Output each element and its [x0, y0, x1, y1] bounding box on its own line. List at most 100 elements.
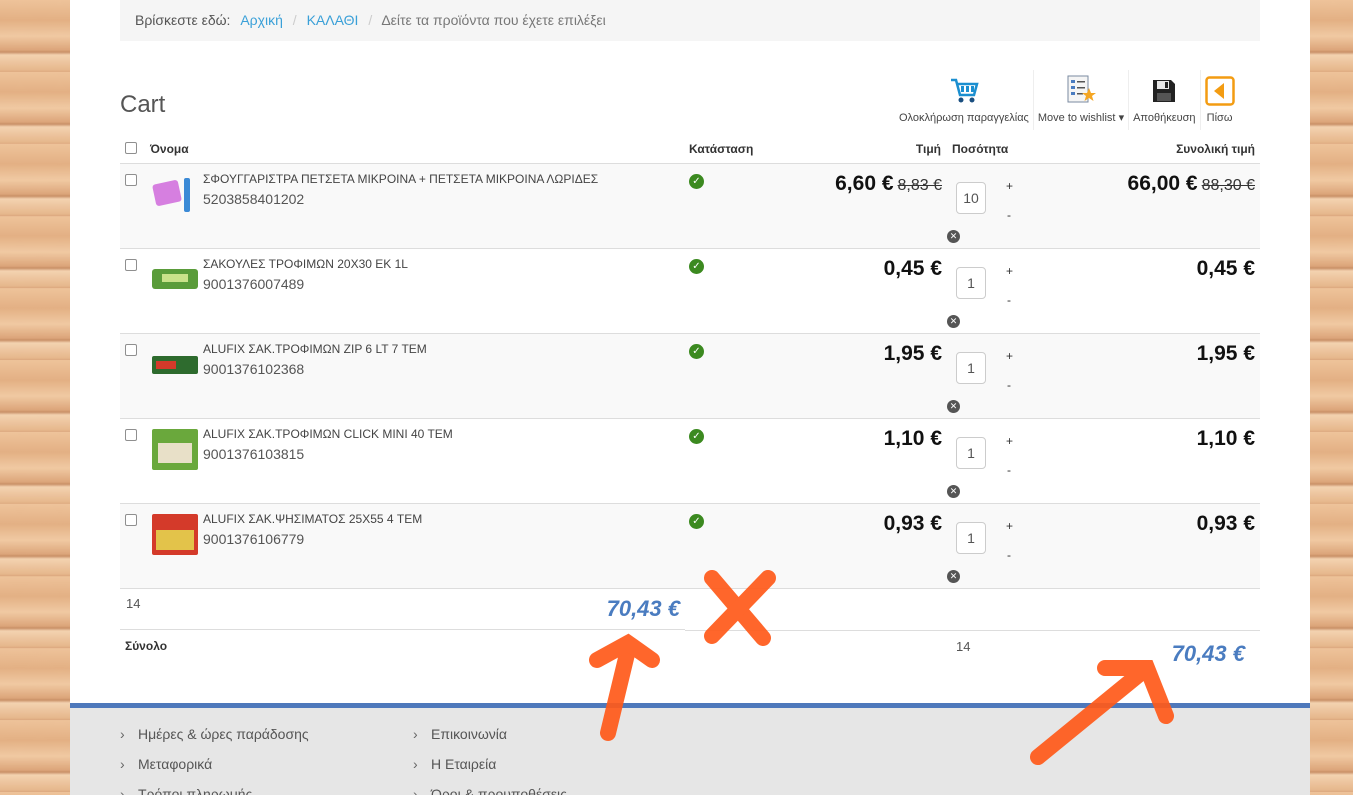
breadcrumb: Βρίσκεστε εδώ: Αρχική / ΚΑΛΑΘΙ / Δείτε τ… [120, 0, 1260, 41]
remove-x-icon[interactable]: ✕ [947, 484, 960, 498]
check-circle-icon: ✓ [689, 258, 704, 274]
quantity-decrease-button[interactable]: - [1007, 378, 1011, 392]
footer-column-2: › Επικοινωνία › Η Εταιρεία › Όροι & προυποθ… [413, 726, 567, 795]
footer-link[interactable]: › Όροι & προυποθέσεις [413, 786, 567, 795]
quantity-cell: 1 + - ✕ [946, 418, 1036, 504]
footer-link[interactable]: › Επικοινωνία [413, 726, 567, 756]
cart-icon [949, 74, 979, 108]
line-total-cell: 1,95 € [1036, 333, 1260, 419]
line-total: 1,10 € [1196, 426, 1255, 450]
summary-row: Σύνολο 14 70,43 € [120, 631, 1260, 691]
subtotal-count: 14 [126, 596, 141, 611]
column-header-price: Τιμή [789, 135, 946, 164]
quantity-increase-button[interactable]: + [1006, 179, 1013, 193]
back-button[interactable]: Πίσω [1201, 70, 1239, 130]
product-name[interactable]: ALUFIX ΣΑΚ.ΤΡΟΦΙΜΩΝ CLICK MINI 40 TEM [203, 427, 453, 441]
summary-label: Σύνολο [125, 639, 168, 653]
column-header-status: Κατάσταση [689, 135, 789, 164]
product-thumbnail[interactable] [150, 342, 200, 387]
page-container: Βρίσκεστε εδώ: Αρχική / ΚΑΛΑΘΙ / Δείτε τ… [70, 0, 1310, 795]
footer-link[interactable]: › Η Εταιρεία [413, 756, 567, 786]
product-code: 9001376103815 [203, 445, 305, 462]
chevron-right-icon: › [120, 786, 125, 795]
product-code: 9001376007489 [203, 275, 305, 292]
unit-price-cell: 1,10 € [789, 418, 946, 504]
quantity-input[interactable]: 10 [956, 181, 986, 214]
save-label: Αποθήκευση [1133, 112, 1196, 124]
checkout-button[interactable]: Ολοκλήρωση παραγγελίας [895, 70, 1034, 130]
product-code: 5203858401202 [203, 190, 305, 207]
remove-x-icon[interactable]: ✕ [947, 314, 960, 328]
footer-column-1: › Ημέρες & ώρες παράδοσης › Μεταφορικά › Τρ… [120, 726, 309, 795]
column-header-quantity: Ποσότητα [946, 135, 1036, 164]
unit-old-price: 8,83 € [897, 176, 942, 194]
quantity-input[interactable]: 1 [956, 521, 986, 554]
row-checkbox[interactable] [125, 428, 137, 441]
breadcrumb-home-link[interactable]: Αρχική [240, 12, 283, 28]
breadcrumb-lead: Βρίσκεστε εδώ: [135, 12, 231, 28]
chevron-right-icon: › [413, 726, 418, 742]
product-thumbnail[interactable] [150, 257, 200, 302]
select-all-checkbox[interactable] [125, 142, 137, 155]
product-thumbnail[interactable] [150, 512, 200, 557]
line-total: 0,93 € [1196, 511, 1255, 535]
unit-price: 6,60 € [835, 171, 894, 195]
column-header-name: Όνομα [150, 135, 689, 164]
unit-price: 1,95 € [883, 341, 942, 365]
page-title: Cart [120, 91, 166, 118]
product-name[interactable]: ALUFIX ΣΑΚ.ΨΗΣΙΜΑΤΟΣ 25Χ55 4 TEM [203, 512, 422, 526]
row-checkbox[interactable] [125, 173, 137, 186]
line-old-total: 88,30 € [1201, 176, 1255, 194]
quantity-increase-button[interactable]: + [1006, 349, 1013, 363]
quantity-input[interactable]: 1 [956, 351, 986, 384]
quantity-increase-button[interactable]: + [1006, 519, 1013, 533]
product-name[interactable]: ΣΑΚΟΥΛΕΣ ΤΡΟΦΙΜΩΝ 20Χ30 ΕΚ 1L [203, 257, 408, 271]
footer-link[interactable]: › Μεταφορικά [120, 756, 309, 786]
unit-price: 0,45 € [883, 256, 942, 280]
remove-x-icon[interactable]: ✕ [947, 569, 960, 583]
remove-x-icon[interactable]: ✕ [947, 399, 960, 413]
row-checkbox[interactable] [125, 343, 137, 356]
product-name[interactable]: ALUFIX ΣΑΚ.ΤΡΟΦΙΜΩΝ ZIP 6 LT 7 TEM [203, 342, 427, 356]
quantity-increase-button[interactable]: + [1006, 434, 1013, 448]
breadcrumb-separator: / [292, 12, 297, 28]
line-total-cell: 1,10 € [1036, 418, 1260, 504]
row-checkbox[interactable] [125, 258, 137, 271]
product-name[interactable]: ΣΦΟΥΓΓΑΡΙΣΤΡΑ ΠΕΤΣΕΤΑ ΜΙΚΡΟΙΝΑ + ΠΕΤΣΕΤΑ… [203, 172, 598, 186]
move-to-wishlist-button[interactable]: Move to wishlist ▾ [1034, 70, 1130, 130]
dropdown-caret-icon: ▾ [1118, 112, 1125, 124]
back-label: Πίσω [1206, 112, 1233, 124]
quantity-decrease-button[interactable]: - [1007, 548, 1011, 562]
footer-link[interactable]: › Τρόποι πληρωμής [120, 786, 309, 795]
quantity-decrease-button[interactable]: - [1007, 293, 1011, 307]
unit-price-cell: 6,60 €8,83 € [789, 163, 946, 249]
cart-toolbar: Ολοκλήρωση παραγγελίας Move to wishlist … [895, 70, 1239, 130]
check-circle-icon: ✓ [689, 173, 704, 189]
breadcrumb-current: Δείτε τα προϊόντα που έχετε επιλέξει [381, 12, 606, 28]
line-total-cell: 66,00 €88,30 € [1036, 163, 1260, 249]
quantity-input[interactable]: 1 [956, 266, 986, 299]
unit-price-cell: 1,95 € [789, 333, 946, 419]
save-disk-icon [1151, 74, 1177, 108]
check-circle-icon: ✓ [689, 343, 704, 359]
subtotal-amount: 70,43 € [606, 596, 680, 621]
table-row: ΣΑΚΟΥΛΕΣ ΤΡΟΦΙΜΩΝ 20Χ30 ΕΚ 1L 9001376007… [120, 248, 1260, 334]
unit-price-cell: 0,45 € [789, 248, 946, 334]
line-total-cell: 0,93 € [1036, 503, 1260, 589]
save-button[interactable]: Αποθήκευση [1129, 70, 1201, 130]
row-checkbox[interactable] [125, 513, 137, 526]
quantity-cell: 1 + - ✕ [946, 503, 1036, 589]
footer-link[interactable]: › Ημέρες & ώρες παράδοσης [120, 726, 309, 756]
quantity-cell: 1 + - ✕ [946, 248, 1036, 334]
quantity-increase-button[interactable]: + [1006, 264, 1013, 278]
breadcrumb-cart-link[interactable]: ΚΑΛΑΘΙ [307, 12, 359, 28]
checkout-label: Ολοκλήρωση παραγγελίας [899, 112, 1029, 124]
quantity-decrease-button[interactable]: - [1007, 208, 1011, 222]
product-thumbnail[interactable] [150, 172, 200, 217]
remove-x-icon[interactable]: ✕ [947, 229, 960, 243]
line-total: 0,45 € [1196, 256, 1255, 280]
quantity-cell: 10 + - ✕ [946, 163, 1036, 249]
quantity-input[interactable]: 1 [956, 436, 986, 469]
quantity-decrease-button[interactable]: - [1007, 463, 1011, 477]
product-thumbnail[interactable] [150, 427, 200, 472]
